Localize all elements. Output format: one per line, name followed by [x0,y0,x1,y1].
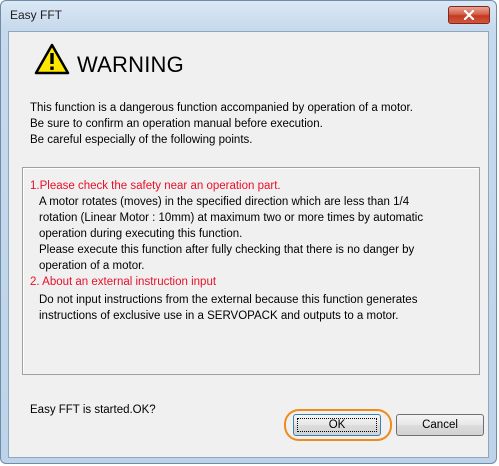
point-1-line: operation during executing this function… [39,228,243,240]
point-2-line: Do not input instructions from the exter… [39,294,418,306]
confirm-message: Easy FFT is started.OK? [30,404,156,416]
intro-line: This function is a dangerous function ac… [30,102,413,114]
close-icon [463,10,475,20]
warning-heading: WARNING [77,52,184,77]
point-1-heading: 1.Please check the safety near an operat… [30,180,281,192]
point-1-text: A motor rotates (moves) in the specified… [39,194,423,274]
point-1-line: operation of a motor. [39,260,145,272]
intro-line: Be careful especially of the following p… [30,134,253,146]
close-button[interactable] [448,6,490,24]
ok-button[interactable]: OK [293,414,381,436]
intro-line: Be sure to confirm an operation manual b… [30,118,323,130]
point-2-heading: 2. About an external instruction input [30,276,217,288]
point-2-text: Do not input instructions from the exter… [39,292,423,324]
cancel-button[interactable]: Cancel [396,414,484,436]
point-1-line: A motor rotates (moves) in the specified… [39,196,410,208]
easy-fft-dialog: Easy FFT WARNING This function is a dang… [0,0,497,464]
point-1-line: Please execute this function after fully… [39,244,415,256]
warning-intro: This function is a dangerous function ac… [30,100,413,148]
focus-rect [297,418,377,432]
cancel-label: Cancel [422,419,458,431]
point-2-line: instructions of exclusive use in a SERVO… [39,310,399,322]
safety-points: 1.Please check the safety near an operat… [30,178,423,324]
warning-icon [34,43,70,75]
window-title: Easy FFT [10,8,63,22]
title-bar[interactable]: Easy FFT [1,1,496,29]
point-1-line: rotation (Linear Motor : 10mm) at maximu… [39,212,424,224]
